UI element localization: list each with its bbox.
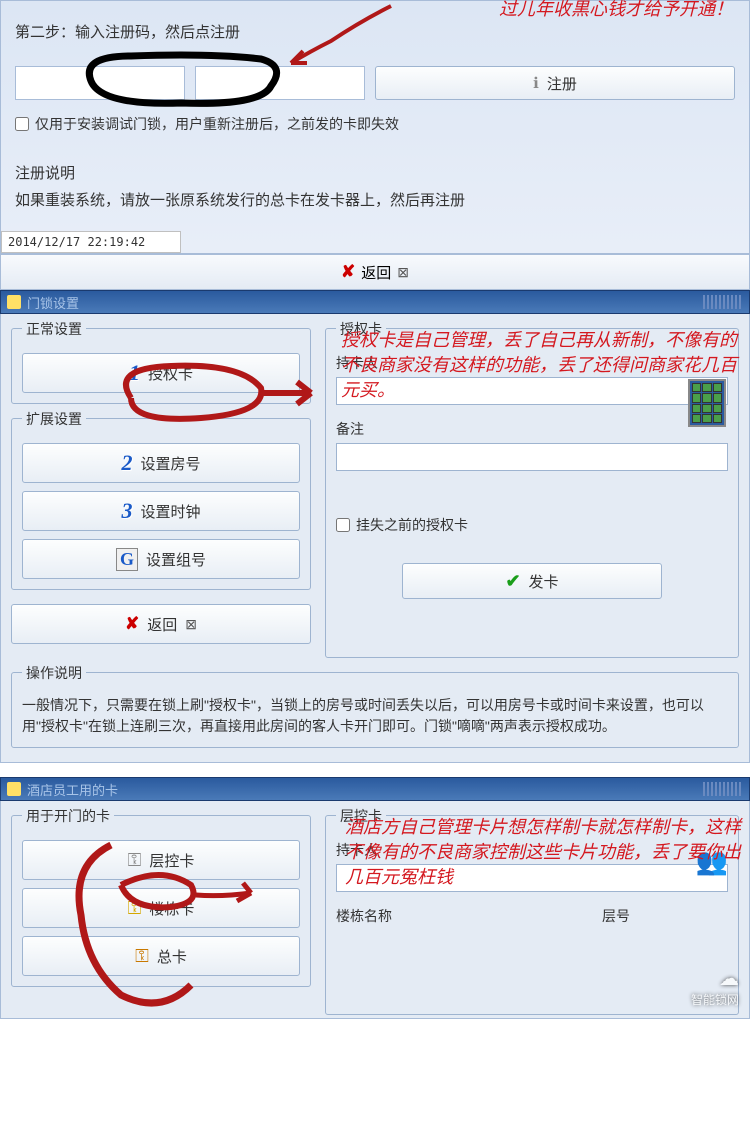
master-card-button[interactable]: ⚿ 总卡 <box>22 936 300 976</box>
back-button-1[interactable]: ✘ 返回 ⊠ <box>0 254 750 290</box>
back-button-2[interactable]: ✘ 返回 ⊠ <box>11 604 311 644</box>
step-text: 第二步：输入注册码，然后点注册 <box>15 21 735 42</box>
operation-desc-group: 操作说明 一般情况下，只需要在锁上刷"授权卡"，当锁上的房号或时间丢失以后，可以… <box>11 672 739 748</box>
people-icon: 👥 <box>696 846 728 877</box>
set-clock-button[interactable]: 3 设置时钟 <box>22 491 300 531</box>
close-box-icon: ⊠ <box>185 616 197 633</box>
set-group-button[interactable]: G 设置组号 <box>22 539 300 579</box>
keypad-icon <box>688 379 726 427</box>
open-door-cards-group: 用于开门的卡 ⚿ 层控卡 ⚿ 楼栋卡 ⚿ 总卡 <box>11 815 311 987</box>
key-icon <box>7 295 21 309</box>
auth-card-panel: 授权卡 持卡人 备注 挂失之前的授权卡 ✔ 发卡 <box>325 328 739 658</box>
set-room-button[interactable]: 2 设置房号 <box>22 443 300 483</box>
number-3-icon: 3 <box>121 498 132 524</box>
lost-checkbox-row[interactable]: 挂失之前的授权卡 <box>336 515 728 535</box>
close-box-icon: ⊠ <box>397 264 409 281</box>
x-icon: ✘ <box>341 262 355 282</box>
titlebar-lock-settings: 门锁设置 <box>0 290 750 314</box>
floor-card-button[interactable]: ⚿ 层控卡 <box>22 840 300 880</box>
remark-input[interactable] <box>336 443 728 471</box>
floor-num-label: 层号 <box>602 906 728 926</box>
remark-label: 备注 <box>336 419 728 439</box>
titlebar-grip <box>703 295 743 309</box>
key-grey-icon: ⚿ <box>128 850 142 871</box>
floor-card-panel: 层控卡 👥 持卡人 楼栋名称 层号 <box>325 815 739 1015</box>
building-name-label: 楼栋名称 <box>336 906 588 926</box>
number-2-icon: 2 <box>121 450 132 476</box>
holder-input[interactable] <box>336 377 728 405</box>
holder-label: 持卡人 <box>336 353 728 373</box>
debug-checkbox[interactable] <box>15 117 29 131</box>
x-icon: ✘ <box>125 614 139 634</box>
reg-desc-text: 如果重装系统，请放一张原系统发行的总卡在发卡器上，然后再注册 <box>15 189 735 213</box>
info-icon: ℹ <box>533 74 539 92</box>
key-orange-icon: ⚿ <box>135 946 149 967</box>
key-yellow-icon: ⚿ <box>128 898 142 919</box>
normal-settings-group: 正常设置 1 授权卡 <box>11 328 311 404</box>
debug-checkbox-row[interactable]: 仅用于安装调试门锁，用户重新注册后，之前发的卡即失效 <box>15 114 735 134</box>
register-button[interactable]: ℹ 注册 <box>375 66 735 100</box>
holder-label-2: 持卡人 <box>336 840 728 860</box>
watermark: ☁ 智能锁网 <box>691 966 739 1008</box>
reg-code-input-1[interactable] <box>15 66 185 100</box>
annotation-text-1: 过儿年收黒心钱才给予开通！ <box>499 0 733 22</box>
reg-code-input-2[interactable] <box>195 66 365 100</box>
issue-card-button[interactable]: ✔ 发卡 <box>402 563 662 599</box>
holder-input-2[interactable] <box>336 864 728 892</box>
titlebar-grip <box>703 782 743 796</box>
reg-desc-title: 注册说明 <box>15 162 735 183</box>
number-1-icon: 1 <box>129 360 140 386</box>
lost-checkbox[interactable] <box>336 518 350 532</box>
check-icon: ✔ <box>505 571 520 592</box>
g-icon: G <box>116 548 138 571</box>
timestamp: 2014/12/17 22:19:42 <box>1 231 181 253</box>
building-card-button[interactable]: ⚿ 楼栋卡 <box>22 888 300 928</box>
key-icon <box>7 782 21 796</box>
titlebar-staff-cards: 酒店员工用的卡 <box>0 777 750 801</box>
ext-settings-group: 扩展设置 2 设置房号 3 设置时钟 G 设置组号 <box>11 418 311 590</box>
auth-card-button[interactable]: 1 授权卡 <box>22 353 300 393</box>
